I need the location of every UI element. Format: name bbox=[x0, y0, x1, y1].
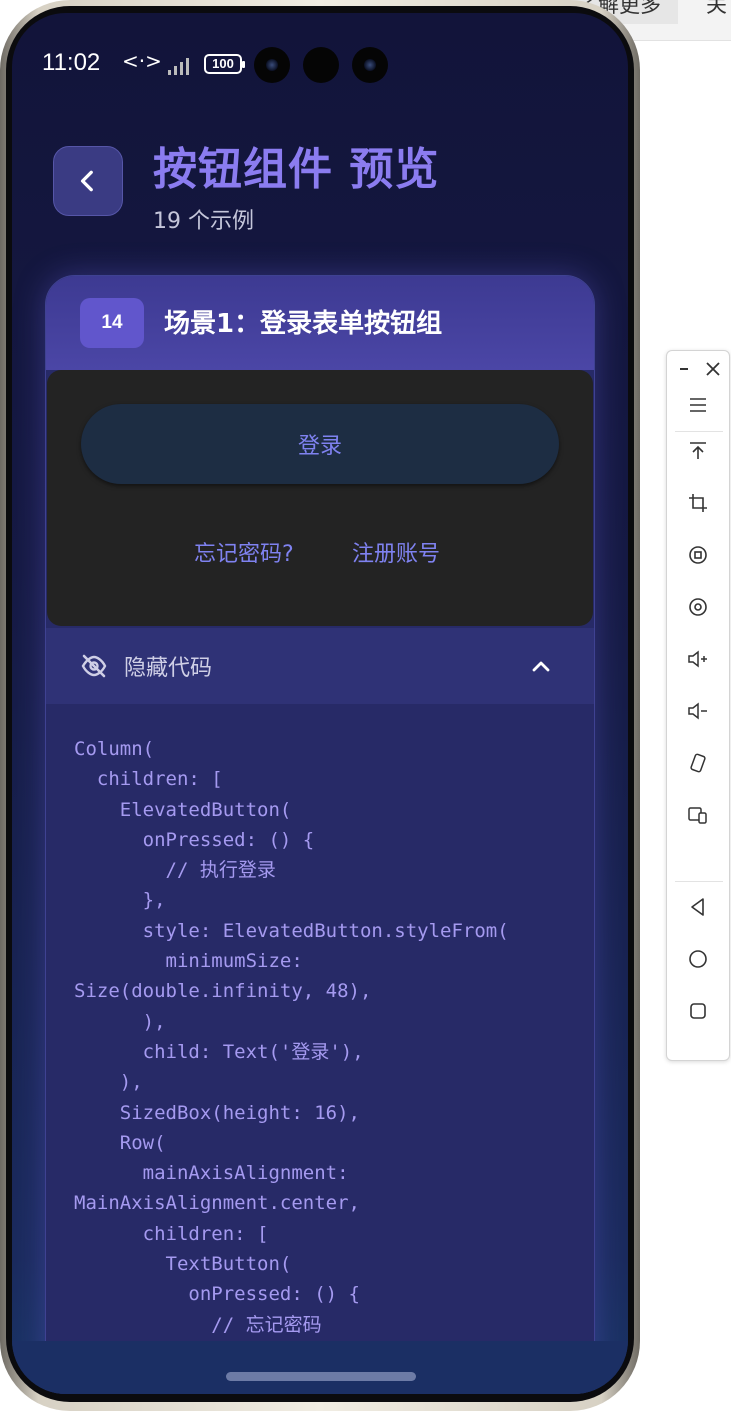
back-button[interactable] bbox=[53, 146, 123, 216]
chevron-up-icon bbox=[532, 661, 550, 672]
back-icon[interactable] bbox=[686, 895, 710, 919]
phone-screen: 11:02 <·> 100 按钮组件 预览 19 个示例 14 场景1：登录表单… bbox=[12, 13, 628, 1394]
status-time: 11:02 bbox=[42, 49, 101, 76]
card-title: 场景1：登录表单按钮组 bbox=[164, 309, 443, 339]
register-link[interactable]: 注册账号 bbox=[352, 536, 440, 568]
login-button[interactable]: 登录 bbox=[81, 404, 559, 484]
navigation-bar bbox=[12, 1341, 628, 1394]
home-icon[interactable] bbox=[686, 947, 710, 971]
signal-icon bbox=[168, 55, 198, 75]
camera-hole-icon bbox=[303, 47, 339, 83]
toolbar-divider bbox=[675, 431, 723, 432]
pin-top-icon[interactable] bbox=[686, 439, 710, 463]
crop-icon[interactable] bbox=[686, 491, 710, 515]
example-card: 14 场景1：登录表单按钮组 登录 忘记密码? 注册账号 隐藏代码 Column… bbox=[45, 275, 595, 1394]
camera-lens-icon bbox=[254, 47, 290, 83]
hide-code-label: 隐藏代码 bbox=[124, 656, 213, 681]
card-header: 14 场景1：登录表单按钮组 bbox=[46, 276, 594, 370]
forgot-password-link[interactable]: 忘记密码? bbox=[194, 536, 294, 568]
desktop-close-label[interactable]: 关 bbox=[706, 0, 727, 16]
code-icon: <·> bbox=[122, 49, 162, 73]
card-number-badge: 14 bbox=[80, 298, 144, 348]
status-bar: 11:02 <·> 100 bbox=[12, 13, 628, 113]
page-title: 按钮组件 预览 bbox=[153, 144, 440, 195]
screenshot-icon[interactable] bbox=[686, 543, 710, 567]
menu-icon[interactable] bbox=[686, 393, 710, 417]
rotate-icon[interactable] bbox=[686, 751, 710, 775]
toolbar-divider bbox=[675, 881, 723, 882]
battery-icon: 100 bbox=[204, 54, 245, 74]
record-icon[interactable] bbox=[686, 595, 710, 619]
code-block: Column( children: [ ElevatedButton( onPr… bbox=[74, 738, 509, 1336]
preview-area: 登录 忘记密码? 注册账号 bbox=[47, 370, 593, 626]
home-indicator[interactable] bbox=[226, 1372, 416, 1381]
volume-up-icon[interactable] bbox=[686, 647, 710, 671]
eye-off-icon bbox=[81, 654, 107, 678]
close-icon[interactable] bbox=[701, 357, 725, 381]
chevron-left-icon bbox=[80, 170, 93, 192]
minimize-icon[interactable] bbox=[673, 357, 697, 381]
camera-lens-icon bbox=[352, 47, 388, 83]
multi-screen-icon[interactable] bbox=[686, 803, 710, 827]
side-toolbar bbox=[666, 350, 730, 1061]
page-subtitle: 19 个示例 bbox=[153, 209, 254, 234]
volume-down-icon[interactable] bbox=[686, 699, 710, 723]
recents-icon[interactable] bbox=[686, 999, 710, 1023]
hide-code-toggle[interactable]: 隐藏代码 bbox=[46, 628, 594, 704]
